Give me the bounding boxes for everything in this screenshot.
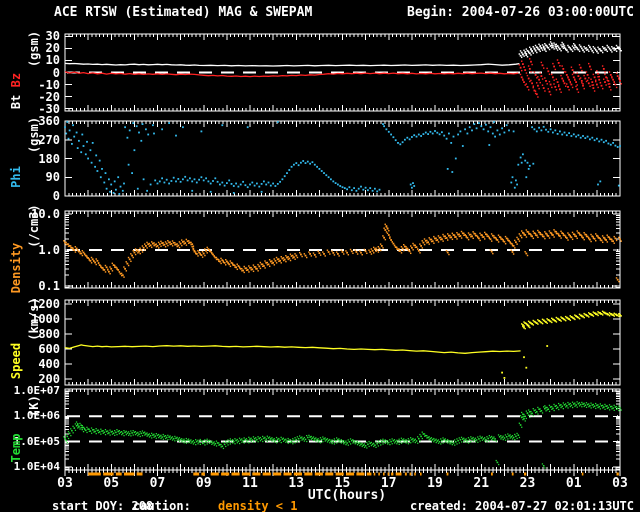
caution-mark: [356, 472, 365, 476]
panel-mag: [64, 33, 622, 112]
caution-mark: [136, 472, 143, 476]
panel-phi: [64, 120, 621, 197]
series-phi: [64, 121, 621, 195]
x-hour-label: 07: [149, 476, 166, 491]
panel-name-part: Bz: [9, 72, 23, 95]
series-speed-post-shock: [521, 310, 622, 330]
series-bt-sheath: [518, 41, 622, 59]
series-bt: [64, 62, 520, 67]
panel-name-part: Temp: [9, 433, 23, 462]
panel-unit-speed: (km/s): [27, 296, 41, 341]
panel-unit-temp: (K): [27, 394, 41, 417]
caution-label: caution:: [133, 499, 191, 512]
x-hour-label: 03: [612, 476, 628, 491]
panel-density: [63, 210, 622, 289]
caution-mark: [314, 472, 323, 476]
caution-mark: [404, 472, 407, 476]
x-hour-label: 03: [57, 476, 73, 491]
panel-temp: [63, 388, 622, 476]
caution-mark: [414, 472, 416, 476]
created-timestamp: created: 2004-07-27 02:01:13UTC: [410, 499, 634, 512]
panel-name-temp: Temp: [8, 398, 24, 498]
panel-name-part: Bt: [9, 94, 23, 109]
caution-mark: [273, 472, 282, 476]
x-hour-label: 23: [519, 476, 536, 491]
caution-mark: [124, 472, 135, 476]
series-density: [63, 223, 622, 283]
x-hour-label: 01: [565, 476, 582, 491]
x-hour-label: 19: [427, 476, 443, 491]
series-temp: [63, 401, 622, 469]
panel-unit-density: (/cm3): [27, 203, 41, 248]
series-speed: [64, 344, 521, 354]
panel-speed: [64, 299, 622, 386]
caution-value: density < 1: [218, 499, 298, 512]
chart-canvas: [63, 33, 622, 476]
caution-mark: [262, 472, 271, 476]
caution-mark: [221, 472, 230, 476]
caution-mark: [366, 472, 372, 476]
panel-unit-mag: (gsm): [27, 30, 41, 67]
panel-name-part: Density: [9, 242, 23, 293]
x-axis-title: UTC(hours): [307, 488, 387, 503]
x-hour-label: 09: [195, 476, 212, 491]
panel-unit-phi: (gsm): [27, 116, 41, 153]
caution-mark: [511, 472, 514, 476]
caution-mark: [409, 472, 412, 476]
panel-name-part: Phi: [9, 165, 23, 188]
series-speed-strays: [501, 345, 549, 379]
series-bz-sheath: [518, 58, 622, 98]
panel-name-part: Speed: [9, 342, 23, 379]
ace-rtsw-plot: ACE RTSW (Estimated) MAG & SWEPAM Begin:…: [0, 0, 640, 512]
x-hour-label: 05: [103, 476, 120, 491]
x-hour-label: 21: [473, 476, 490, 491]
x-hour-label: 11: [242, 476, 258, 491]
